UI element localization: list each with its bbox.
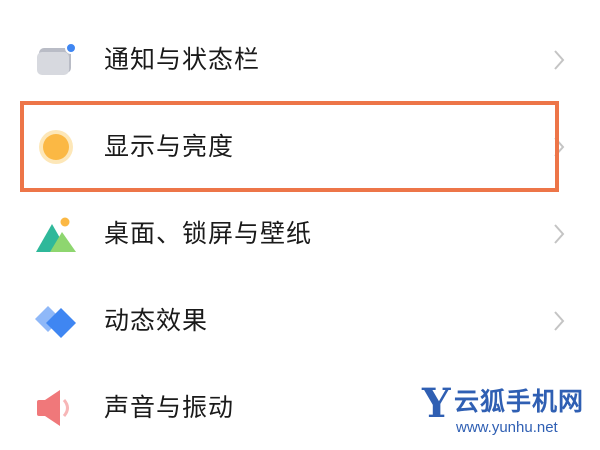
settings-item-animations[interactable]: 动态效果 <box>0 278 600 364</box>
chevron-right-icon <box>554 137 565 157</box>
diamond-layers-icon <box>35 306 76 338</box>
settings-item-label: 通知与状态栏 <box>104 45 261 74</box>
chevron-right-icon <box>554 224 565 244</box>
sun-icon <box>39 130 73 164</box>
watermark: Y 云狐手机网 www.yunhu.net <box>422 382 600 446</box>
chevron-right-icon <box>554 311 565 331</box>
settings-item-home-lock-wallpaper[interactable]: 桌面、锁屏与壁纸 <box>0 191 600 277</box>
watermark-site-name: 云狐手机网 <box>454 387 585 416</box>
watermark-logo-letter: Y <box>422 380 451 427</box>
settings-screen: 通知与状态栏 显示与亮度 桌面、锁屏与壁纸 动态效果 声音与振动 Y 云狐手机网… <box>0 0 600 450</box>
settings-item-label: 动态效果 <box>104 306 209 335</box>
settings-item-label: 显示与亮度 <box>104 132 235 161</box>
wallpaper-mountain-icon <box>36 217 76 252</box>
notification-panel-icon <box>37 42 77 75</box>
settings-item-notifications[interactable]: 通知与状态栏 <box>0 17 600 103</box>
speaker-icon <box>37 390 69 426</box>
settings-item-label: 桌面、锁屏与壁纸 <box>104 219 313 248</box>
watermark-url: www.yunhu.net <box>456 419 558 436</box>
chevron-right-icon <box>554 50 565 70</box>
settings-item-display-brightness[interactable]: 显示与亮度 <box>0 104 600 190</box>
settings-item-label: 声音与振动 <box>104 393 235 422</box>
